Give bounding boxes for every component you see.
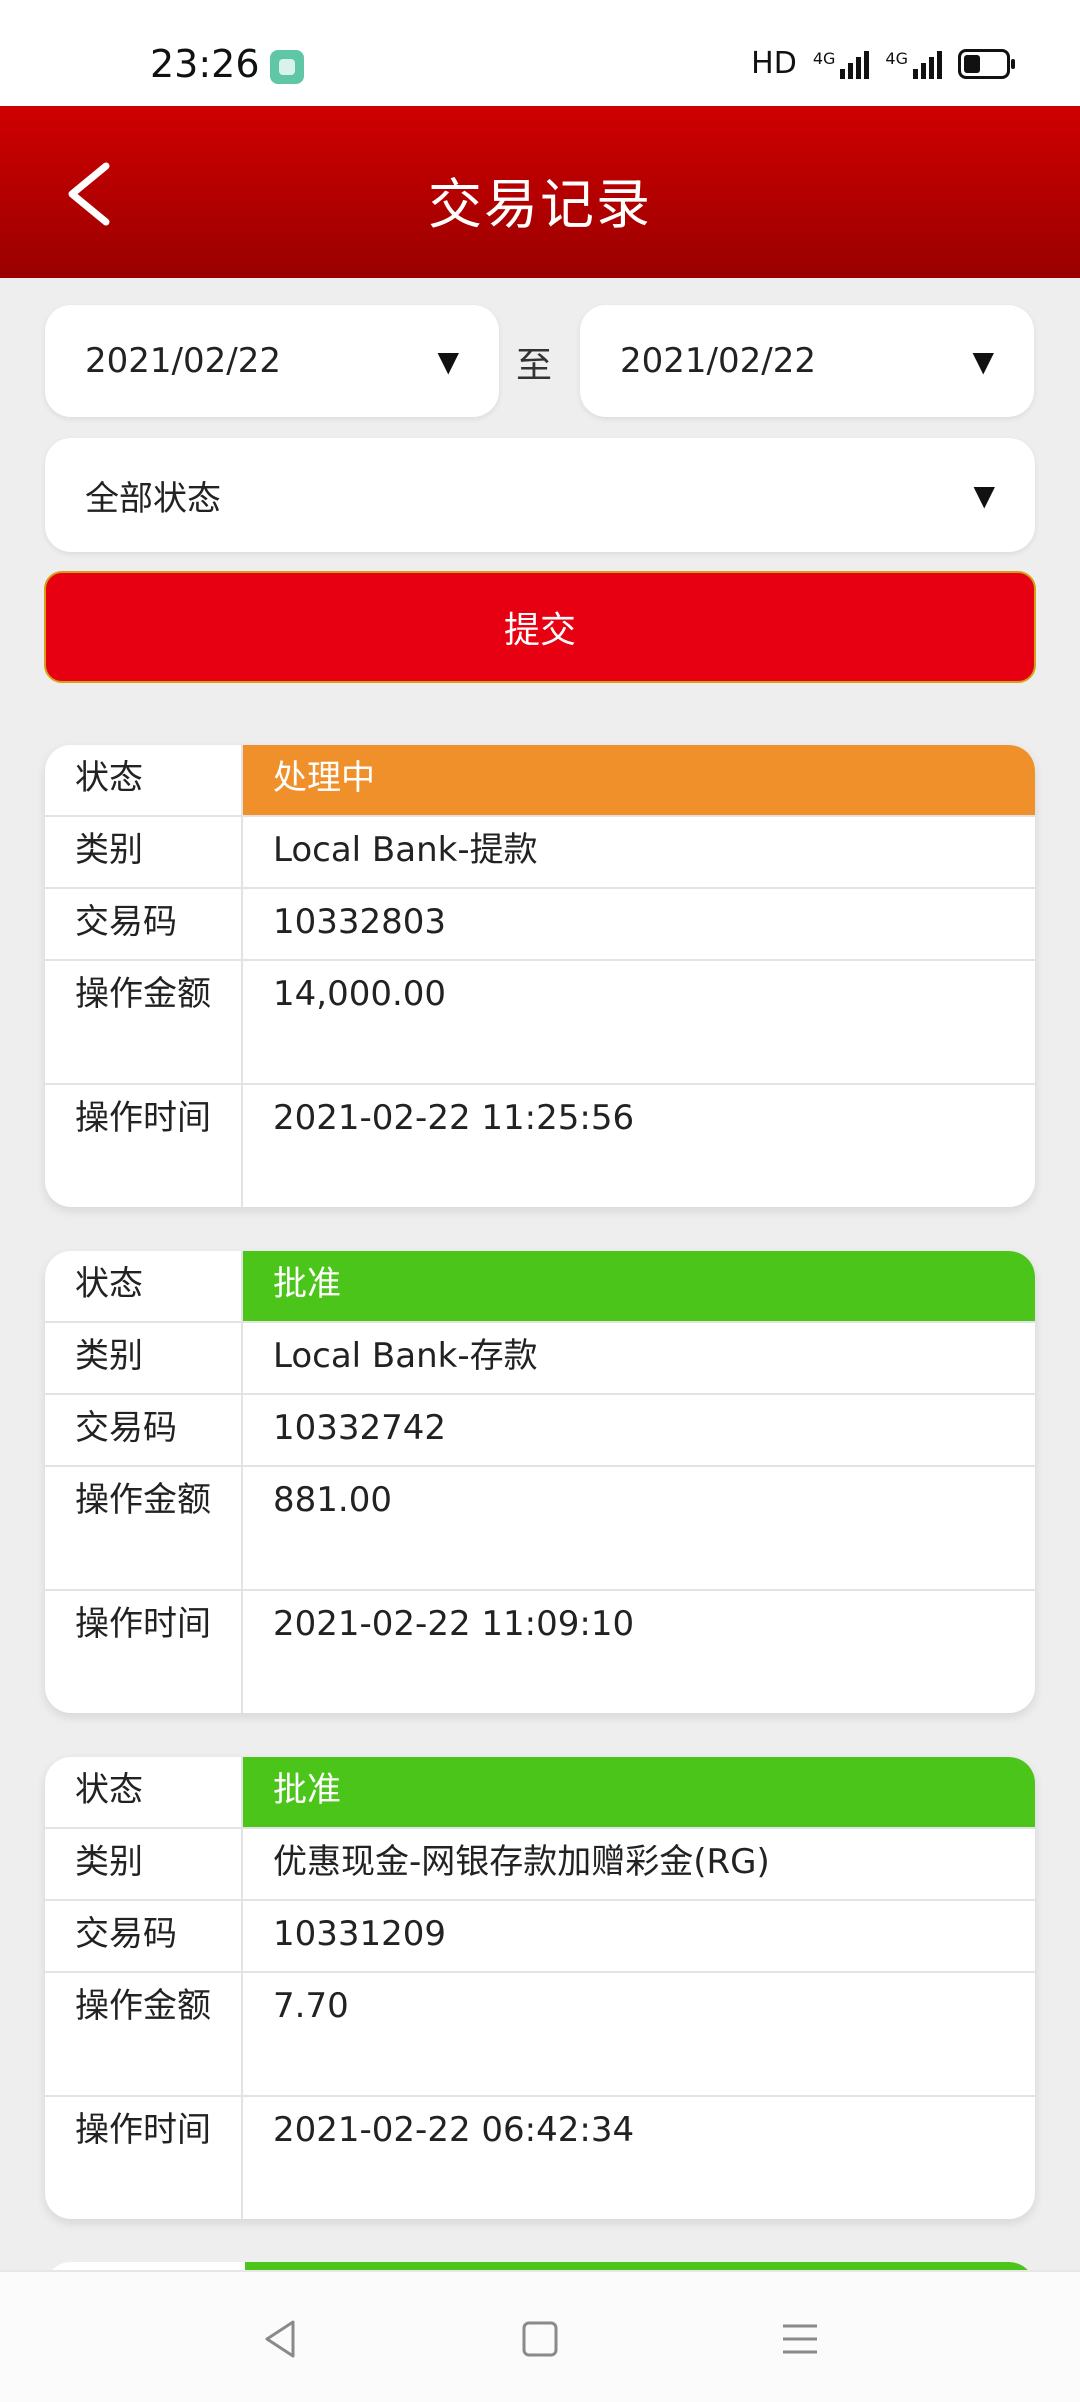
hd-label: HD <box>751 46 797 81</box>
end-date-select[interactable]: 2021/02/22 ▼ <box>580 305 1034 417</box>
code-value: 10331209 <box>273 1914 447 1954</box>
status-badge: 处理中 <box>243 745 1035 815</box>
start-date-select[interactable]: 2021/02/22 ▼ <box>45 305 499 417</box>
status-bar: 23:26 HD 4G 4G <box>0 0 1080 106</box>
transaction-card: 状态 处理中 类别 Local Bank-提款 交易码 10332803 操作金… <box>45 745 1035 1207</box>
dropdown-arrow-icon: ▼ <box>973 478 995 512</box>
status-filter-select[interactable]: 全部状态 ▼ <box>45 438 1035 552</box>
status-time: 23:26 <box>150 42 260 86</box>
date-range-separator: 至 <box>516 345 553 386</box>
time-label: 操作时间 <box>45 1591 243 1713</box>
amount-label: 操作金额 <box>45 1973 243 2095</box>
code-label: 交易码 <box>45 889 243 959</box>
page-title: 交易记录 <box>428 173 652 236</box>
time-label: 操作时间 <box>45 2097 243 2219</box>
code-value: 10332742 <box>273 1408 447 1448</box>
code-value: 10332803 <box>273 902 447 942</box>
system-navigation-bar <box>0 2270 1080 2402</box>
time-value: 2021-02-22 11:09:10 <box>273 1604 635 1644</box>
time-value: 2021-02-22 06:42:34 <box>273 2110 635 2150</box>
amount-value: 7.70 <box>273 1986 349 2026</box>
dropdown-arrow-icon: ▼ <box>437 344 459 378</box>
type-label: 类别 <box>45 1829 243 1899</box>
amount-label: 操作金额 <box>45 961 243 1083</box>
status-label: 状态 <box>45 745 243 815</box>
start-date-value: 2021/02/22 <box>85 341 281 381</box>
code-label: 交易码 <box>45 1395 243 1465</box>
app-icon <box>270 50 304 84</box>
app-header: 交易记录 <box>0 106 1080 278</box>
back-triangle-icon[interactable] <box>255 2314 305 2364</box>
amount-label: 操作金额 <box>45 1467 243 1589</box>
end-date-value: 2021/02/22 <box>620 341 816 381</box>
signal-2-label: 4G <box>885 48 908 68</box>
signal-1-label: 4G <box>812 48 836 68</box>
status-badge: 批准 <box>243 1757 1035 1827</box>
time-label: 操作时间 <box>45 1085 243 1207</box>
menu-lines-icon[interactable] <box>775 2314 825 2364</box>
status-label: 状态 <box>45 1757 243 1827</box>
type-value: Local Bank-存款 <box>273 1336 538 1376</box>
status-filter-value: 全部状态 <box>85 478 221 519</box>
status-badge: 批准 <box>243 1251 1035 1321</box>
status-icons: HD 4G 4G <box>751 46 1015 81</box>
transaction-card: 状态 批准 类别 优惠现金-网银存款加赠彩金(RG) 交易码 10331209 … <box>45 1757 1035 2219</box>
battery-icon <box>958 48 1015 79</box>
type-value: Local Bank-提款 <box>273 830 538 870</box>
type-value: 优惠现金-网银存款加赠彩金(RG) <box>273 1842 770 1882</box>
amount-value: 14,000.00 <box>273 974 447 1014</box>
dropdown-arrow-icon: ▼ <box>972 344 994 378</box>
status-label: 状态 <box>45 1251 243 1321</box>
type-label: 类别 <box>45 817 243 887</box>
signal-icon: 4G <box>813 49 870 79</box>
home-square-icon[interactable] <box>515 2314 565 2364</box>
transaction-card: 状态 批准 类别 Local Bank-存款 交易码 10332742 操作金额… <box>45 1251 1035 1713</box>
code-label: 交易码 <box>45 1901 243 1971</box>
signal-icon: 4G <box>885 49 942 79</box>
type-label: 类别 <box>45 1323 243 1393</box>
submit-button[interactable]: 提交 <box>44 571 1036 683</box>
time-value: 2021-02-22 11:25:56 <box>273 1098 635 1138</box>
amount-value: 881.00 <box>273 1480 392 1520</box>
